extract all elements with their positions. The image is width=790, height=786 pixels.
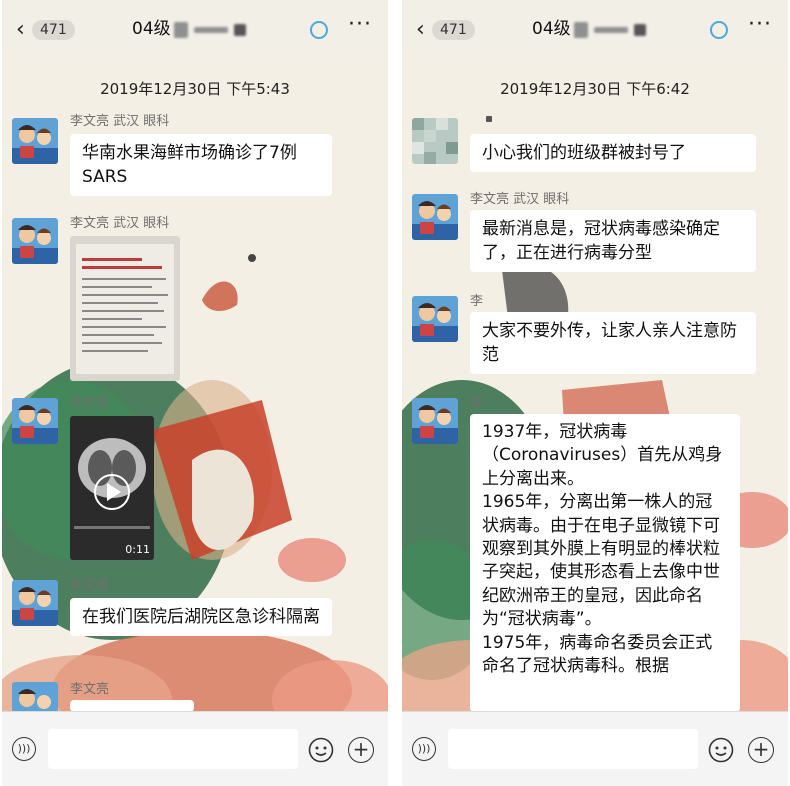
message-bubble[interactable]: 大家不要外传，让家人亲人注意防范 — [470, 312, 756, 374]
avatar[interactable] — [412, 296, 458, 342]
voice-icon[interactable]: ))) — [12, 737, 36, 761]
redaction-blur — [593, 26, 628, 33]
message-input[interactable] — [48, 729, 298, 769]
avatar[interactable] — [12, 218, 58, 264]
sender-name: 李文亮 — [70, 396, 110, 411]
sender-name: 李文亮 — [70, 682, 110, 697]
input-bar: ))) + — [402, 711, 788, 786]
chat-background-art — [2, 254, 388, 750]
avatar[interactable] — [12, 398, 58, 444]
chat-title-text: 04级 — [532, 19, 571, 39]
ct-scan-thumbnail — [74, 438, 150, 529]
plus-icon[interactable]: + — [748, 737, 774, 763]
redaction-blur — [233, 23, 246, 36]
chat-title-text: 04级 — [132, 19, 171, 39]
ring-icon[interactable] — [710, 21, 728, 39]
image-message[interactable] — [70, 236, 180, 381]
more-dots-icon[interactable]: ··· — [348, 14, 372, 36]
message-bubble[interactable]: 华南水果海鲜市场确诊了7例 SARS — [70, 134, 332, 196]
avatar-pixelated[interactable] — [412, 118, 458, 164]
avatar[interactable] — [412, 398, 458, 444]
avatar[interactable] — [12, 580, 58, 626]
chat-screen-left: ‹ 471 04级 ··· 2019年12月30日 下午5:43 李文亮 武汉 … — [2, 0, 388, 786]
sender-name: 李 — [470, 294, 484, 309]
timestamp: 2019年12月30日 下午5:43 — [100, 80, 290, 98]
sender-name: 李文亮 武汉 眼科 — [470, 192, 570, 207]
avatar[interactable] — [12, 118, 58, 164]
sender-name: 李文亮 武汉 眼科 — [70, 216, 170, 231]
chat-title: 04级 — [532, 17, 646, 41]
unread-count-badge: 471 — [432, 20, 475, 40]
redaction-blur — [633, 23, 646, 36]
video-duration: 0:11 — [125, 543, 150, 556]
message-bubble[interactable]: 1937年，冠状病毒（Coronaviruses）首先从鸡身上分离出来。 196… — [470, 414, 740, 712]
message-bubble[interactable]: 小心我们的班级群被封号了 — [470, 134, 756, 172]
emoji-icon[interactable] — [708, 737, 734, 763]
message-bubble[interactable]: 最新消息是，冠状病毒感染确定了，正在进行病毒分型 — [470, 210, 756, 272]
unread-count-badge: 471 — [32, 20, 75, 40]
message-bubble[interactable]: 在我们医院后湖院区急诊科隔离 — [70, 598, 332, 636]
plus-icon[interactable]: + — [348, 737, 374, 763]
redacted-sender — [486, 116, 492, 122]
input-bar: ))) + — [2, 711, 388, 786]
avatar[interactable] — [12, 682, 58, 712]
back-button[interactable]: ‹ 471 — [416, 19, 480, 41]
chat-header: ‹ 471 04级 ··· — [2, 0, 388, 58]
chat-title: 04级 — [132, 17, 246, 41]
sender-name: 李文亮 武汉 眼科 — [70, 114, 170, 129]
more-dots-icon[interactable]: ··· — [748, 14, 772, 36]
sender-name: 李文亮 — [70, 578, 110, 593]
avatar[interactable] — [412, 194, 458, 240]
voice-icon[interactable]: ))) — [412, 737, 436, 761]
back-button[interactable]: ‹ 471 — [16, 19, 80, 41]
chevron-left-icon: ‹ — [16, 17, 25, 42]
chevron-left-icon: ‹ — [416, 17, 425, 42]
redaction-blur — [573, 21, 588, 38]
document-photo — [76, 244, 174, 374]
chat-header: ‹ 471 04级 ··· — [402, 0, 788, 58]
message-input[interactable] — [448, 729, 698, 769]
chat-screen-right: ‹ 471 04级 ··· 2019年12月30日 下午6:42 小心我们的班级… — [402, 0, 788, 786]
emoji-icon[interactable] — [308, 737, 334, 763]
redaction-blur — [173, 21, 188, 38]
video-message[interactable]: 0:11 — [70, 416, 154, 560]
ring-icon[interactable] — [310, 21, 328, 39]
timestamp: 2019年12月30日 下午6:42 — [500, 80, 690, 98]
sender-name: 李 — [470, 396, 484, 411]
redaction-blur — [193, 26, 228, 33]
